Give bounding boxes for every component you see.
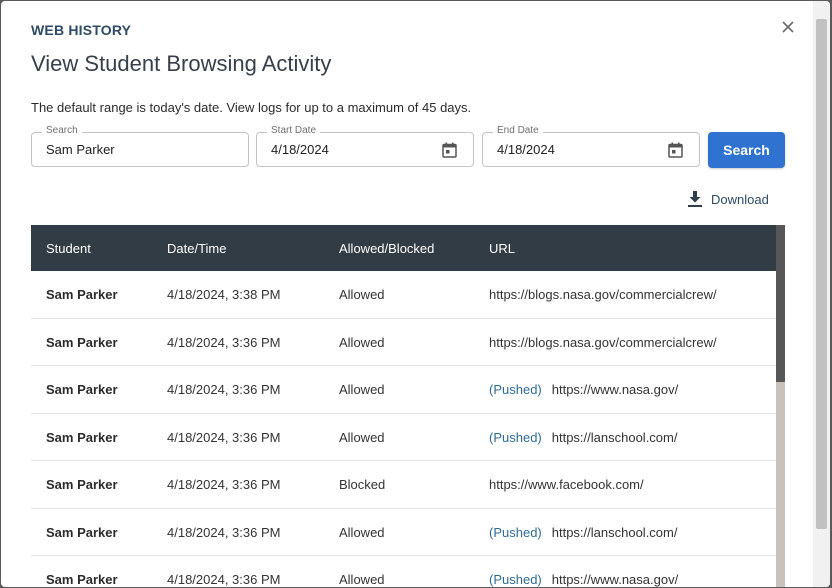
row-url[interactable]: https://lanschool.com/	[552, 430, 678, 445]
row-status: Allowed	[339, 382, 385, 397]
search-button[interactable]: Search	[708, 132, 785, 168]
search-field-label: Search	[42, 125, 82, 136]
calendar-icon[interactable]	[668, 142, 683, 158]
column-header-url[interactable]: URL	[489, 241, 515, 256]
calendar-icon[interactable]	[442, 142, 457, 158]
start-date-field[interactable]: Start Date 4/18/2024	[256, 125, 474, 167]
row-student: Sam Parker	[46, 429, 118, 445]
row-student: Sam Parker	[46, 572, 118, 587]
table-row[interactable]: Sam Parker 4/18/2024, 3:38 PM Allowed ht…	[31, 271, 776, 319]
row-student: Sam Parker	[46, 524, 118, 540]
row-status: Allowed	[339, 524, 385, 540]
pushed-tag: (Pushed)	[489, 382, 542, 397]
dialog-scrollbar[interactable]	[813, 1, 830, 587]
table-scrollbar[interactable]	[776, 225, 785, 587]
table-row[interactable]: Sam Parker 4/18/2024, 3:36 PM Allowed (P…	[31, 366, 776, 414]
row-status: Blocked	[339, 477, 386, 492]
end-date-label: End Date	[493, 125, 543, 136]
column-header-student[interactable]: Student	[46, 241, 91, 256]
row-student: Sam Parker	[46, 477, 118, 492]
table-scrollbar-thumb[interactable]	[776, 225, 785, 382]
table-row[interactable]: Sam Parker 4/18/2024, 3:36 PM Allowed (P…	[31, 556, 776, 587]
table-row[interactable]: Sam Parker 4/18/2024, 3:36 PM Allowed (P…	[31, 509, 776, 556]
dialog-overline: WEB HISTORY	[31, 22, 132, 38]
start-date-input[interactable]: 4/18/2024	[271, 142, 329, 157]
row-student: Sam Parker	[46, 287, 118, 302]
row-status: Allowed	[339, 334, 385, 350]
web-history-dialog: WEB HISTORY View Student Browsing Activi…	[1, 1, 830, 587]
table-row[interactable]: Sam Parker 4/18/2024, 3:36 PM Allowed ht…	[31, 319, 776, 366]
row-url[interactable]: https://blogs.nasa.gov/commercialcrew/	[489, 335, 717, 350]
row-datetime: 4/18/2024, 3:36 PM	[167, 382, 281, 397]
row-datetime: 4/18/2024, 3:36 PM	[167, 572, 281, 587]
table-header: Student Date/Time Allowed/Blocked URL	[31, 225, 776, 271]
history-table: Student Date/Time Allowed/Blocked URL Sa…	[31, 225, 785, 587]
row-status: Allowed	[339, 287, 385, 302]
range-hint: The default range is today's date. View …	[31, 100, 472, 115]
start-date-label: Start Date	[267, 125, 321, 136]
row-url[interactable]: https://lanschool.com/	[552, 525, 678, 540]
download-icon	[687, 190, 703, 208]
row-url[interactable]: https://www.facebook.com/	[489, 477, 644, 492]
row-datetime: 4/18/2024, 3:36 PM	[167, 524, 281, 540]
end-date-field[interactable]: End Date 4/18/2024	[482, 125, 700, 167]
row-url[interactable]: https://www.nasa.gov/	[552, 572, 678, 587]
column-header-datetime[interactable]: Date/Time	[167, 241, 226, 256]
table-row[interactable]: Sam Parker 4/18/2024, 3:36 PM Allowed (P…	[31, 414, 776, 461]
row-url[interactable]: https://www.nasa.gov/	[552, 382, 678, 397]
row-status: Allowed	[339, 429, 385, 445]
table-row[interactable]: Sam Parker 4/18/2024, 3:36 PM Blocked ht…	[31, 461, 776, 509]
row-datetime: 4/18/2024, 3:36 PM	[167, 429, 281, 445]
row-datetime: 4/18/2024, 3:36 PM	[167, 477, 281, 492]
row-student: Sam Parker	[46, 382, 118, 397]
pushed-tag: (Pushed)	[489, 524, 542, 540]
close-icon[interactable]	[779, 18, 797, 36]
row-datetime: 4/18/2024, 3:38 PM	[167, 287, 281, 302]
pushed-tag: (Pushed)	[489, 429, 542, 445]
row-student: Sam Parker	[46, 334, 118, 350]
row-datetime: 4/18/2024, 3:36 PM	[167, 334, 281, 350]
pushed-tag: (Pushed)	[489, 572, 542, 587]
search-field[interactable]: Search Sam Parker	[31, 125, 249, 167]
download-button[interactable]: Download	[687, 189, 769, 209]
row-status: Allowed	[339, 572, 385, 587]
dialog-scrollbar-thumb[interactable]	[816, 19, 827, 529]
end-date-input[interactable]: 4/18/2024	[497, 142, 555, 157]
column-header-status[interactable]: Allowed/Blocked	[339, 241, 434, 256]
table-body: Sam Parker 4/18/2024, 3:38 PM Allowed ht…	[31, 271, 776, 587]
search-input[interactable]: Sam Parker	[46, 142, 115, 157]
row-url[interactable]: https://blogs.nasa.gov/commercialcrew/	[489, 287, 717, 302]
download-label: Download	[711, 191, 769, 207]
dialog-title: View Student Browsing Activity	[31, 51, 332, 76]
